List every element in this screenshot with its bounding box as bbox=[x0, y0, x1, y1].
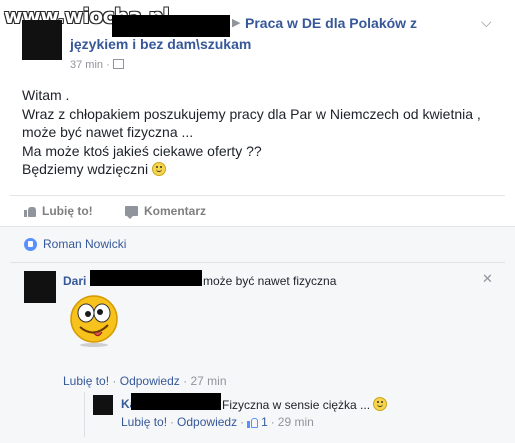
reply-like-count[interactable]: 1 bbox=[261, 415, 268, 429]
post-line: Wraz z chłopakiem poszukujemy pracy dla … bbox=[22, 105, 481, 122]
comment-label: Komentarz bbox=[144, 204, 207, 218]
dot-separator: · bbox=[106, 59, 113, 71]
chevron-down-icon[interactable]: ⌵ bbox=[481, 14, 492, 31]
post-time[interactable]: 37 min bbox=[70, 59, 103, 71]
audience-icon[interactable] bbox=[112, 59, 124, 69]
comment-icon bbox=[125, 206, 138, 219]
comment-reply-link[interactable]: Odpowiedz bbox=[120, 374, 180, 388]
thumbs-up-icon bbox=[24, 205, 36, 217]
group-name-link[interactable]: Praca w DE dla Polaków z bbox=[245, 14, 485, 33]
commenter-avatar[interactable] bbox=[24, 271, 56, 303]
liker-name[interactable]: Roman Nowicki bbox=[43, 237, 126, 251]
arrow-right-icon: ▶ bbox=[232, 17, 241, 29]
close-icon[interactable]: ✕ bbox=[482, 271, 493, 287]
post-line: może być nawet fizyczna ... bbox=[22, 124, 194, 140]
like-reaction-icon bbox=[24, 237, 37, 251]
post-timestamp[interactable]: 37 min · bbox=[70, 59, 124, 71]
author-avatar[interactable] bbox=[22, 20, 62, 60]
comment-meta: Lubię to! · Odpowiedz · 27 min bbox=[63, 374, 227, 388]
dot-separator: · bbox=[170, 415, 175, 429]
reply-meta: Lubię to! · Odpowiedz · 1 · 29 min bbox=[121, 415, 314, 429]
comment-button[interactable]: Komentarz bbox=[125, 204, 207, 219]
smiley-icon bbox=[373, 397, 388, 411]
crazy-face-emoticon bbox=[70, 295, 118, 347]
comment-like-link[interactable]: Lubię to! bbox=[63, 374, 109, 388]
post-line: Ma może ktoś jakieś ciekawe oferty ?? bbox=[22, 142, 262, 159]
likes-summary[interactable]: Roman Nowicki bbox=[24, 237, 126, 251]
comment-text: może być nawet fizyczna bbox=[203, 274, 337, 288]
comment-time[interactable]: 27 min bbox=[190, 374, 226, 388]
like-count-icon[interactable] bbox=[247, 417, 259, 428]
smiley-icon bbox=[151, 162, 166, 176]
post-line: Witam . bbox=[22, 87, 70, 103]
dot-separator: · bbox=[270, 415, 275, 429]
commenter-name[interactable]: Dari bbox=[63, 274, 86, 288]
dot-separator: · bbox=[240, 415, 245, 429]
reply-thread-line bbox=[84, 392, 85, 437]
facebook-post-card: www.wiocha.pl ▶ Praca w DE dla Polaków z… bbox=[0, 0, 515, 443]
like-button[interactable]: Lubię to! bbox=[24, 204, 93, 218]
reply-name-redacted bbox=[131, 393, 221, 410]
divider bbox=[10, 262, 505, 263]
dot-separator: · bbox=[112, 374, 120, 388]
divider bbox=[10, 195, 505, 196]
post-line: Będziemy wdzięczni bbox=[22, 161, 149, 177]
author-name-redacted bbox=[112, 15, 230, 37]
group-name-link-line2[interactable]: językiem i bez dam\szukam bbox=[70, 35, 251, 54]
reply-like-link[interactable]: Lubię to! bbox=[121, 415, 167, 429]
reply-time[interactable]: 29 min bbox=[278, 415, 314, 429]
reply-text: Fizyczna w sensie ciężka ... bbox=[222, 397, 388, 412]
reply-reply-link[interactable]: Odpowiedz bbox=[177, 415, 237, 429]
reply-avatar[interactable] bbox=[93, 395, 113, 415]
post-body: Witam . Wraz z chłopakiem poszukujemy pr… bbox=[22, 86, 492, 179]
post-line-last: Będziemy wdzięczni bbox=[22, 160, 492, 179]
reply-text-content: Fizyczna w sensie ciężka ... bbox=[222, 398, 371, 412]
commenter-name-redacted bbox=[90, 270, 202, 286]
like-label: Lubię to! bbox=[42, 204, 93, 218]
